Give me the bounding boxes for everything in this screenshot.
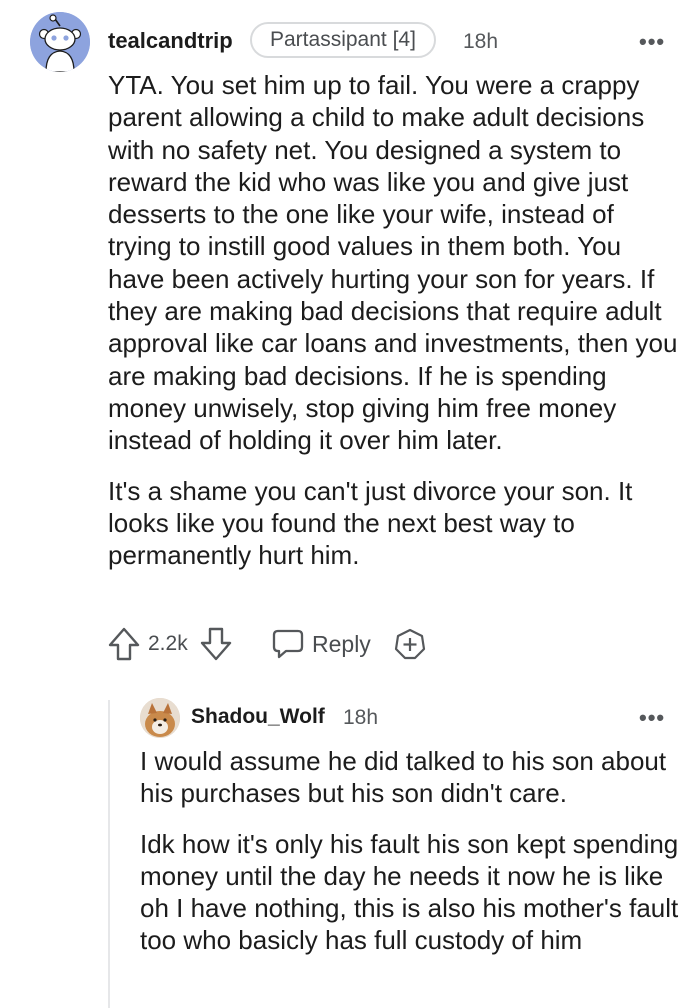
- downvote-arrow-icon: [200, 627, 232, 661]
- comment-username[interactable]: tealcandtrip: [108, 28, 233, 54]
- reply-body: I would assume he did talked to his son …: [140, 745, 680, 957]
- comment-timestamp: 18h: [463, 30, 499, 53]
- reply-label: Reply: [312, 630, 371, 657]
- reply-button[interactable]: Reply: [272, 624, 371, 664]
- thread-line[interactable]: [108, 700, 110, 1008]
- more-options-icon[interactable]: •••: [639, 31, 665, 53]
- award-button[interactable]: [394, 624, 426, 664]
- reply-paragraph: I would assume he did talked to his son …: [140, 746, 667, 809]
- reply-avatar[interactable]: [140, 698, 180, 738]
- dog-avatar-icon: [140, 698, 180, 738]
- downvote-button[interactable]: [200, 624, 232, 664]
- upvote-button[interactable]: [108, 624, 140, 664]
- reply-timestamp: 18h: [343, 706, 379, 729]
- upvote-arrow-icon: [108, 627, 140, 661]
- comment-paragraph: YTA. You set him up to fail. You were a …: [108, 70, 678, 456]
- add-award-icon: [394, 628, 426, 660]
- chat-bubble-icon: [272, 629, 304, 659]
- reply-more-options-icon[interactable]: •••: [639, 707, 665, 729]
- comment-paragraph: It's a shame you can't just divorce your…: [108, 475, 633, 571]
- reply-username[interactable]: Shadou_Wolf: [191, 705, 325, 729]
- reply-paragraph: Idk how it's only his fault his son kept…: [140, 828, 679, 956]
- comment-body: YTA. You set him up to fail. You were a …: [108, 69, 678, 571]
- comment-action-bar: 2.2k Reply: [108, 624, 468, 664]
- avatar[interactable]: [30, 12, 90, 72]
- vote-count: 2.2k: [148, 632, 188, 655]
- snoo-avatar-icon: [30, 12, 90, 72]
- user-flair-badge: Partassipant [4]: [250, 22, 436, 58]
